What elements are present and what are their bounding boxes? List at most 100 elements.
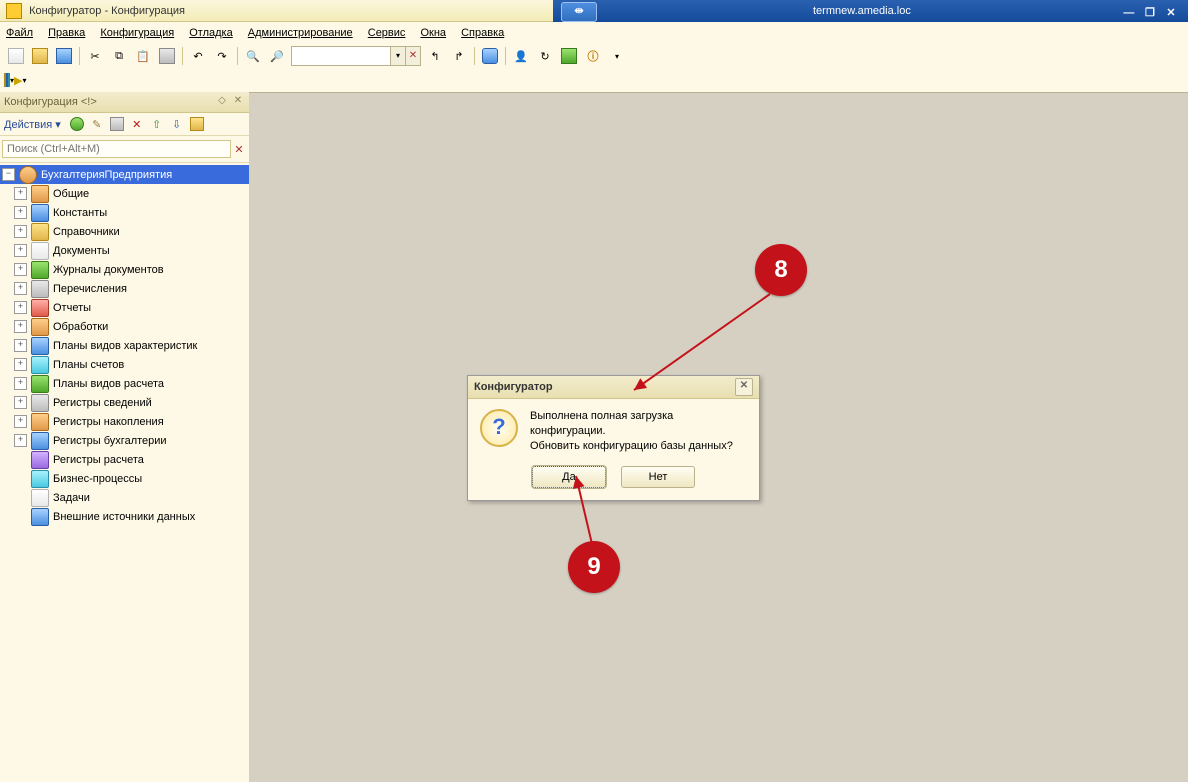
search-clear-icon[interactable]: ✕ xyxy=(231,143,247,156)
nav-back-button[interactable]: ↰ xyxy=(424,45,446,67)
tree-item-label: Журналы документов xyxy=(53,264,164,276)
dialog-titlebar[interactable]: Конфигуратор ✕ xyxy=(468,376,759,399)
sort-button[interactable] xyxy=(189,116,205,132)
run-dd[interactable]: ▾ xyxy=(22,76,26,85)
remove-button[interactable]: ✕ xyxy=(129,116,145,132)
search-input[interactable] xyxy=(2,140,231,158)
tree-item[interactable]: Задачи xyxy=(0,488,249,507)
open-button[interactable] xyxy=(29,45,51,67)
tree-item[interactable]: Регистры расчета xyxy=(0,450,249,469)
tree-item[interactable]: +Обработки xyxy=(0,317,249,336)
search-combo[interactable]: ▾✕ xyxy=(291,46,421,66)
find-button[interactable]: 🔍 xyxy=(242,45,264,67)
pin-button[interactable]: ⇹ xyxy=(561,2,597,22)
expand-icon[interactable]: + xyxy=(14,206,27,219)
tool-a-button[interactable]: 👤 xyxy=(510,45,532,67)
up-button[interactable]: ⇧ xyxy=(149,116,165,132)
expand-icon[interactable]: + xyxy=(14,244,27,257)
expand-icon[interactable]: + xyxy=(14,301,27,314)
expand-icon[interactable]: + xyxy=(14,377,27,390)
tree-item-label: Внешние источники данных xyxy=(53,511,195,523)
paste-button[interactable]: 📋 xyxy=(132,45,154,67)
menu-help[interactable]: Справка xyxy=(461,27,504,39)
menu-admin[interactable]: Администрирование xyxy=(248,27,353,39)
expand-icon[interactable]: + xyxy=(14,396,27,409)
tree-item-label: Отчеты xyxy=(53,302,91,314)
cut-button[interactable]: ✂ xyxy=(84,45,106,67)
dialog-close-icon[interactable]: ✕ xyxy=(735,378,753,396)
new-button[interactable] xyxy=(5,45,27,67)
remote-minimize-button[interactable]: — xyxy=(1120,5,1138,21)
tree-item-label: Планы счетов xyxy=(53,359,124,371)
tree-item[interactable]: +Перечисления xyxy=(0,279,249,298)
no-button[interactable]: Нет xyxy=(621,466,695,488)
panel-close-icon[interactable]: ✕ xyxy=(231,95,245,109)
db-button[interactable] xyxy=(479,45,501,67)
panel-toolbar: Действия ▾ ✎ ✕ ⇧ ⇩ xyxy=(0,113,249,136)
tool-b-button[interactable]: ↻ xyxy=(534,45,556,67)
app-icon xyxy=(6,3,22,19)
tree-item-icon xyxy=(31,489,49,507)
yes-button[interactable]: Да xyxy=(532,466,606,488)
panel-search: ✕ xyxy=(0,136,249,163)
combo-dropdown-icon[interactable]: ▾ xyxy=(390,47,405,65)
remote-restore-button[interactable]: ❐ xyxy=(1141,5,1159,21)
expand-icon[interactable]: + xyxy=(14,187,27,200)
add-button[interactable] xyxy=(69,116,85,132)
edit-button[interactable]: ✎ xyxy=(89,116,105,132)
del-button[interactable] xyxy=(109,116,125,132)
menu-windows[interactable]: Окна xyxy=(420,27,446,39)
tree-item[interactable]: +Регистры бухгалтерии xyxy=(0,431,249,450)
expand-icon[interactable]: + xyxy=(14,339,27,352)
tree-item-label: Справочники xyxy=(53,226,120,238)
tree-item[interactable]: + Отчеты xyxy=(0,298,249,317)
tree-item[interactable]: +Документы xyxy=(0,241,249,260)
tree-item-label: Планы видов характеристик xyxy=(53,340,197,352)
expand-icon[interactable]: + xyxy=(14,434,27,447)
expand-icon[interactable]: + xyxy=(14,320,27,333)
expand-icon[interactable]: + xyxy=(14,415,27,428)
expand-icon[interactable]: + xyxy=(14,263,27,276)
tree-root[interactable]: − БухгалтерияПредприятия 🔒 xyxy=(0,165,249,184)
tree-item-icon xyxy=(31,261,49,279)
tree-item[interactable]: +Регистры сведений xyxy=(0,393,249,412)
tree-item[interactable]: Внешние источники данных xyxy=(0,507,249,526)
tree-item[interactable]: + Планы счетов xyxy=(0,355,249,374)
menu-configuration[interactable]: Конфигурация xyxy=(100,27,174,39)
tree-item[interactable]: + Планы видов характеристик xyxy=(0,336,249,355)
tree-item[interactable]: + Журналы документов xyxy=(0,260,249,279)
menu-file[interactable]: Файл xyxy=(6,27,33,39)
tree-item[interactable]: +Общие xyxy=(0,184,249,203)
help-button[interactable]: ⓘ xyxy=(582,45,604,67)
expand-icon[interactable]: + xyxy=(14,225,27,238)
remote-close-button[interactable]: ✕ xyxy=(1162,5,1180,21)
expand-icon[interactable]: + xyxy=(14,358,27,371)
expand-icon[interactable]: − xyxy=(2,168,15,181)
actions-menu[interactable]: Действия ▾ xyxy=(4,118,61,131)
print-button[interactable] xyxy=(156,45,178,67)
expand-icon[interactable]: + xyxy=(14,282,27,295)
config-tree[interactable]: − БухгалтерияПредприятия 🔒 +Общие+Конста… xyxy=(0,163,249,782)
copy-button[interactable]: ⧉ xyxy=(108,45,130,67)
combo-clear-icon[interactable]: ✕ xyxy=(405,47,420,65)
tool-c-button[interactable] xyxy=(558,45,580,67)
tree-item-icon xyxy=(31,356,49,374)
tree-item[interactable]: +Регистры накопления xyxy=(0,412,249,431)
menu-edit[interactable]: Правка xyxy=(48,27,85,39)
run-button[interactable]: ▶ xyxy=(14,74,22,87)
down-button[interactable]: ⇩ xyxy=(169,116,185,132)
menu-debug[interactable]: Отладка xyxy=(189,27,232,39)
tree-item[interactable]: +Планы видов расчета xyxy=(0,374,249,393)
menu-service[interactable]: Сервис xyxy=(368,27,406,39)
tree-item[interactable]: Бизнес-процессы xyxy=(0,469,249,488)
undo-button[interactable]: ↶ xyxy=(187,45,209,67)
find-next-button[interactable]: 🔎 xyxy=(266,45,288,67)
redo-button[interactable]: ↷ xyxy=(211,45,233,67)
nav-fwd-button[interactable]: ↱ xyxy=(448,45,470,67)
panel-pin-icon[interactable]: ◇ xyxy=(215,95,229,109)
help-dd-button[interactable]: ▾ xyxy=(606,45,628,67)
save-button[interactable] xyxy=(53,45,75,67)
tree-item[interactable]: +Константы xyxy=(0,203,249,222)
tree-item[interactable]: + Справочники xyxy=(0,222,249,241)
tree-root-label: БухгалтерияПредприятия xyxy=(41,169,172,181)
